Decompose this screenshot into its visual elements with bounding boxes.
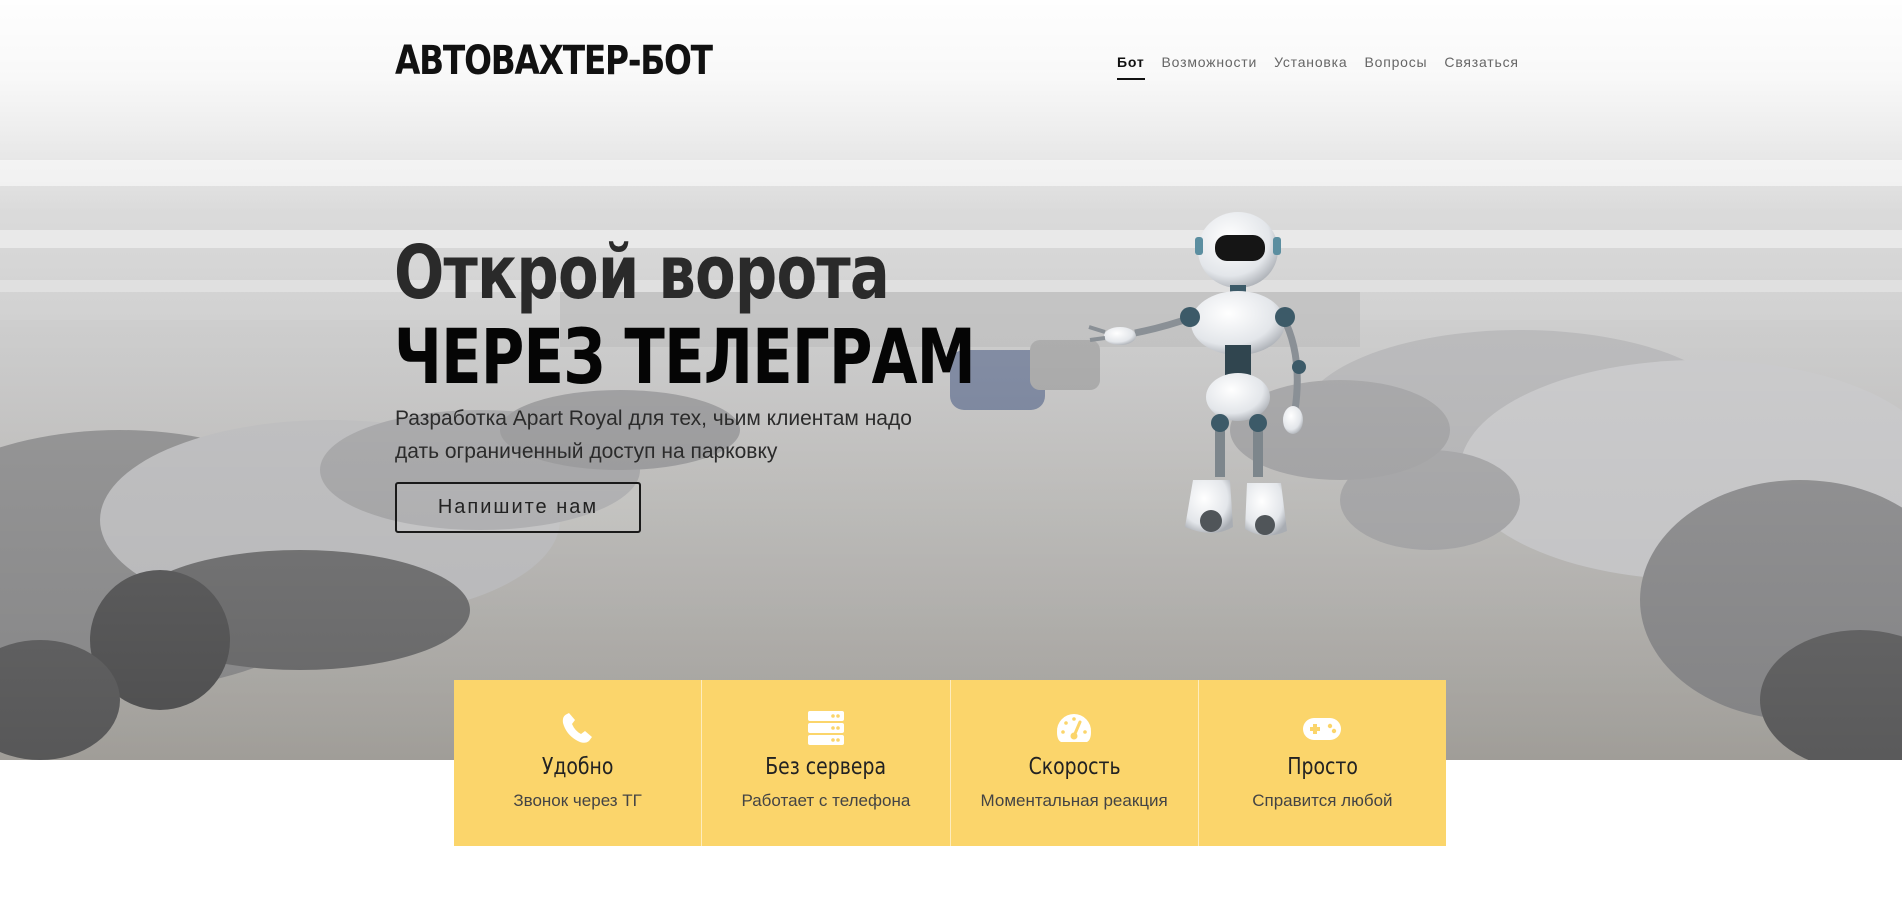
feature-card-convenient: Удобно Звонок через ТГ — [454, 680, 702, 846]
features-strip: Удобно Звонок через ТГ Без сервера Работ… — [454, 680, 1446, 846]
hero-subtitle: Разработка Apart Royal для тех, чьим кли… — [395, 407, 912, 463]
hero-title-line1: Открой ворота — [394, 230, 890, 316]
main-nav: Бот Возможности Установка Вопросы Связат… — [1117, 54, 1519, 80]
contact-us-button[interactable]: Напишите нам — [395, 482, 641, 533]
feature-card-speed: Скорость Моментальная реакция — [949, 680, 1198, 846]
feature-desc: Справится любой — [1252, 791, 1393, 810]
feature-desc: Звонок через ТГ — [513, 791, 642, 810]
feature-title: Удобно — [541, 754, 614, 780]
feature-card-simple: Просто Справится любой — [1197, 680, 1446, 846]
nav-item-faq[interactable]: Вопросы — [1364, 54, 1427, 80]
robot-illustration — [1088, 212, 1306, 536]
feature-card-serverless: Без сервера Работает с телефона — [701, 680, 950, 846]
nav-item-bot[interactable]: Бот — [1117, 54, 1145, 80]
feature-title: Без сервера — [765, 754, 887, 780]
nav-item-contact[interactable]: Связаться — [1444, 54, 1518, 80]
nav-item-features[interactable]: Возможности — [1162, 54, 1258, 80]
gamepad-icon — [1303, 718, 1342, 740]
nav-item-install[interactable]: Установка — [1274, 54, 1347, 80]
site-logo[interactable]: АВТОВАХТЕР-БОТ — [395, 38, 713, 84]
feature-desc: Работает с телефона — [741, 791, 911, 810]
phone-icon — [562, 713, 592, 743]
server-icon — [807, 711, 844, 745]
feature-desc: Моментальная реакция — [980, 791, 1168, 810]
feature-title: Скорость — [1028, 754, 1121, 780]
feature-title: Просто — [1287, 754, 1358, 780]
hero-title-line2: ЧЕРЕЗ ТЕЛЕГРАМ — [394, 312, 976, 401]
speedometer-icon — [1057, 714, 1092, 742]
